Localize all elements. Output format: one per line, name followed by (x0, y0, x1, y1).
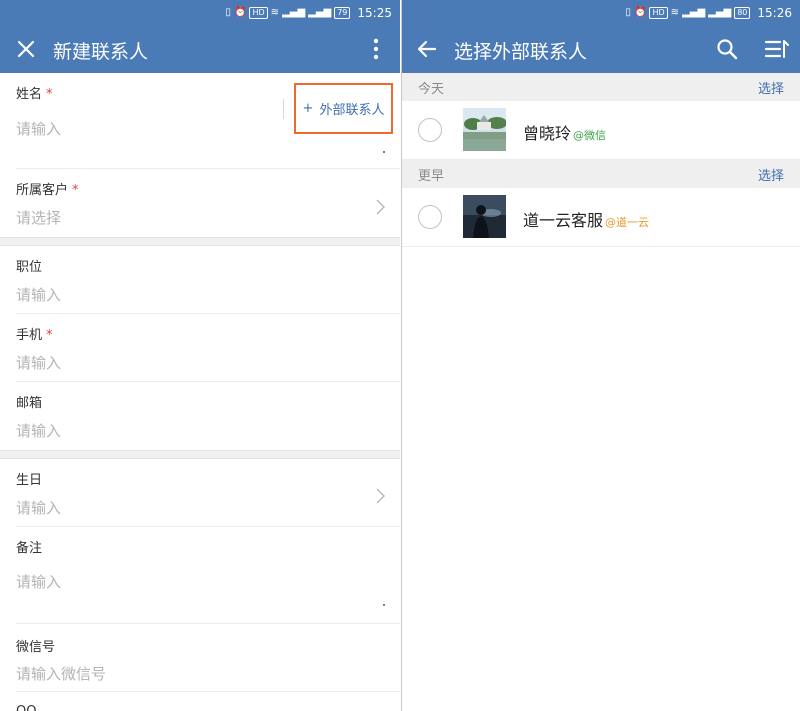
required-mark: * (72, 183, 79, 198)
section-title: 更早 (418, 168, 445, 184)
resize-handle-icon (383, 604, 385, 606)
birthday-field[interactable]: 生日 请输入 (0, 459, 400, 527)
field-separator (283, 99, 284, 119)
signal-icon: ▂▄▆ (682, 6, 706, 18)
select-external-contact-screen: ▯ ⏰ HD ≋ ▂▄▆ ▂▄▆ 80 15:26 选择外部联系人 今天 选择 (401, 0, 800, 711)
close-icon[interactable] (14, 37, 38, 61)
wechat-input[interactable]: 请输入微信号 (16, 663, 106, 684)
contact-row[interactable]: 曾晓玲 @微信 (402, 101, 800, 160)
vibrate-icon: ▯ (625, 6, 632, 18)
filter-list-icon[interactable] (764, 37, 790, 61)
contact-source-tag: @微信 (573, 129, 607, 142)
mobile-input[interactable]: 请输入 (16, 352, 61, 373)
external-contact-label: 外部联系人 (319, 103, 385, 118)
status-time: 15:26 (757, 5, 792, 20)
status-bar: ▯ ⏰ HD ≋ ▂▄▆ ▂▄▆ 80 15:26 (402, 0, 800, 25)
section-title: 今天 (418, 81, 445, 97)
select-all-button[interactable]: 选择 (758, 165, 784, 184)
alarm-icon: ⏰ (234, 6, 247, 18)
position-field[interactable]: 职位 请输入 (0, 246, 400, 314)
wifi-icon: ≋ (270, 6, 280, 18)
required-mark: * (46, 87, 53, 102)
email-label: 邮箱 (16, 396, 43, 411)
battery-indicator: 79 (334, 6, 351, 19)
section-gap (0, 450, 400, 459)
section-header-today: 今天 选择 (402, 73, 800, 101)
name-field[interactable]: 姓名 * 请输入 + 外部联系人 (0, 73, 400, 169)
contact-source-tag: @道一云 (605, 216, 650, 229)
required-mark: * (46, 328, 53, 343)
select-all-button[interactable]: 选择 (758, 78, 784, 97)
email-field[interactable]: 邮箱 请输入 (0, 382, 400, 450)
contact-row[interactable]: 道一云客服 @道一云 (402, 188, 800, 247)
page-title: 选择外部联系人 (454, 41, 588, 63)
customer-select[interactable]: 请选择 (16, 207, 61, 228)
customer-label: 所属客户 (16, 183, 69, 198)
birthday-input[interactable]: 请输入 (16, 497, 61, 518)
page-title: 新建联系人 (53, 41, 149, 63)
signal-icon: ▂▄▆ (282, 6, 306, 18)
add-external-contact-button[interactable]: + 外部联系人 (294, 83, 393, 134)
name-label: 姓名 (16, 87, 43, 102)
contact-name: 道一云客服 (523, 211, 604, 230)
app-header: 选择外部联系人 (402, 25, 800, 73)
select-radio[interactable] (418, 118, 442, 142)
mobile-label: 手机 (16, 328, 43, 343)
plus-icon: + (302, 101, 314, 116)
birthday-label: 生日 (16, 473, 43, 488)
battery-indicator: 80 (734, 6, 751, 19)
position-label: 职位 (16, 260, 43, 275)
section-gap (0, 237, 400, 246)
select-radio[interactable] (418, 205, 442, 229)
resize-handle-icon (383, 151, 385, 153)
name-input[interactable]: 请输入 (16, 118, 61, 139)
back-arrow-icon[interactable] (415, 37, 439, 61)
mobile-field[interactable]: 手机 * 请输入 (0, 314, 400, 382)
new-contact-screen: ▯ ⏰ HD ≋ ▂▄▆ ▂▄▆ 79 15:25 新建联系人 姓名 * 请输入 … (0, 0, 400, 711)
wechat-label: 微信号 (16, 640, 56, 655)
contact-name: 曾晓玲 (523, 124, 572, 143)
note-label: 备注 (16, 541, 43, 556)
note-field[interactable]: 备注 请输入 (0, 527, 400, 624)
status-time: 15:25 (357, 5, 392, 20)
signal-icon-2: ▂▄▆ (308, 6, 332, 18)
avatar (463, 108, 506, 151)
wifi-icon: ≋ (670, 6, 680, 18)
position-input[interactable]: 请输入 (16, 284, 61, 305)
chevron-right-icon (376, 199, 385, 215)
avatar (463, 195, 506, 238)
note-input[interactable]: 请输入 (16, 571, 61, 592)
app-header: 新建联系人 (0, 25, 400, 73)
section-header-earlier: 更早 选择 (402, 160, 800, 188)
signal-icon-2: ▂▄▆ (708, 6, 732, 18)
more-options-icon[interactable] (366, 37, 386, 61)
chevron-right-icon (376, 488, 385, 504)
customer-field[interactable]: 所属客户 * 请选择 (0, 169, 400, 237)
email-input[interactable]: 请输入 (16, 420, 61, 441)
qq-label: QQ (16, 704, 36, 711)
qq-field[interactable]: QQ (0, 692, 400, 711)
vibrate-icon: ▯ (225, 6, 232, 18)
hd-icon: HD (249, 6, 268, 19)
status-bar: ▯ ⏰ HD ≋ ▂▄▆ ▂▄▆ 79 15:25 (0, 0, 400, 25)
search-icon[interactable] (716, 38, 738, 60)
alarm-icon: ⏰ (634, 6, 647, 18)
hd-icon: HD (649, 6, 668, 19)
wechat-field[interactable]: 微信号 请输入微信号 (0, 624, 400, 692)
